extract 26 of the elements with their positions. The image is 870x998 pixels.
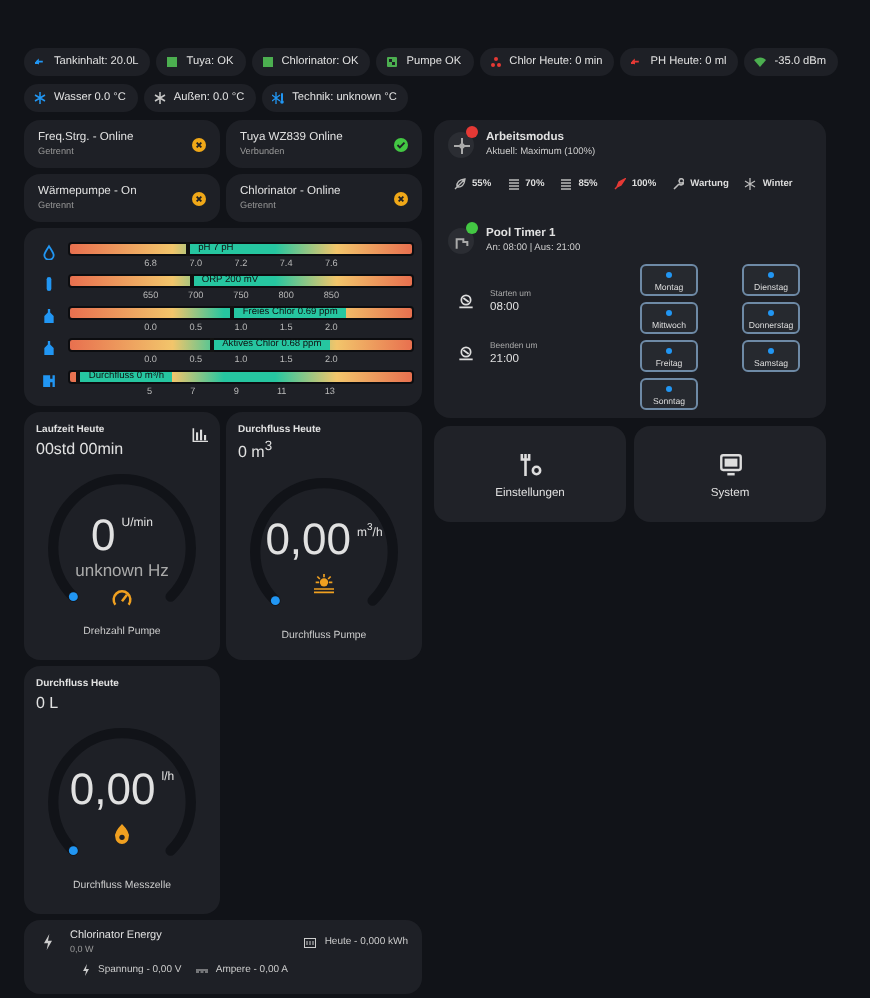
card-value: 0 L <box>36 694 59 712</box>
speedometer-icon <box>112 588 132 608</box>
monitor-icon <box>719 454 741 476</box>
gauge-reading: 0,00 <box>69 768 156 812</box>
bolt-icon <box>82 964 90 976</box>
gauge-reading: 0 <box>91 514 116 558</box>
dashes-icon <box>195 967 208 973</box>
bolt-icon <box>42 934 54 950</box>
clock-stop-icon <box>458 345 474 361</box>
meter-icon <box>304 937 317 947</box>
sun-waves-icon <box>314 573 334 594</box>
gauge-dot <box>68 846 78 856</box>
clock-start-icon <box>458 293 474 309</box>
card-value: 0 m$^{3}$ <box>238 440 273 462</box>
gauge-reading: 0,00 <box>265 517 352 562</box>
pump-icon <box>42 372 56 388</box>
gauge-dot <box>68 592 78 602</box>
faucet-icon <box>453 233 469 249</box>
status-badge <box>466 126 478 138</box>
gauge-dot <box>270 595 280 605</box>
gauge-subreading: unknown Hz <box>75 560 169 580</box>
tools-icon <box>519 454 541 476</box>
card-value: 00std 00min <box>36 440 124 458</box>
flame-icon <box>112 824 132 844</box>
bar-chart-icon[interactable] <box>192 428 208 442</box>
drop-icon <box>42 244 56 260</box>
